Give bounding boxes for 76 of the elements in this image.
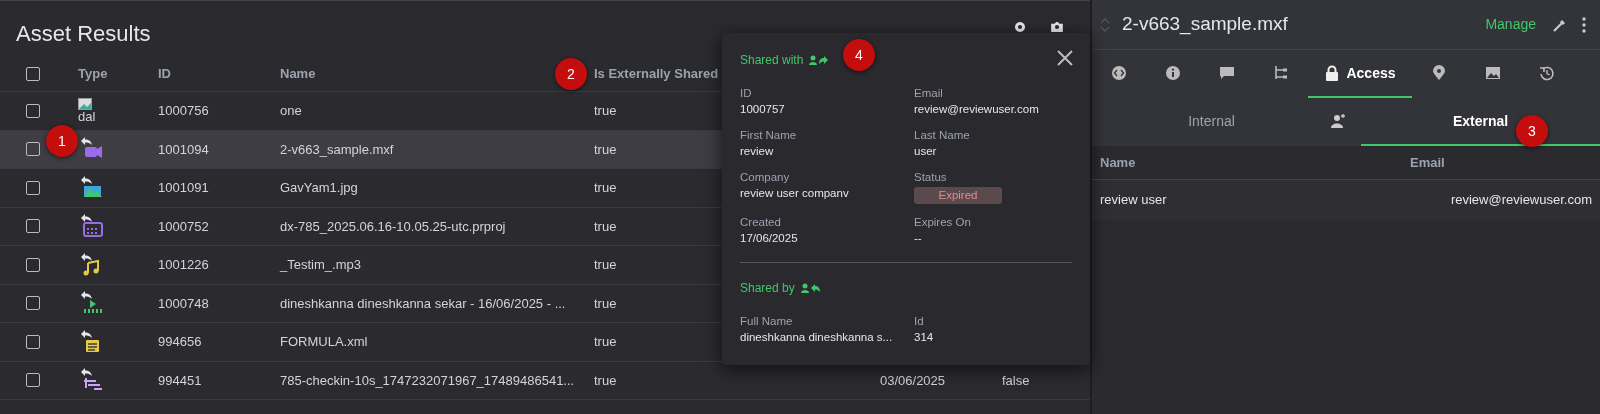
table-cell: 994451	[158, 372, 202, 388]
table-cell-text: review user	[1100, 191, 1167, 210]
table-cell: true	[594, 141, 617, 157]
table-cell: 1000752	[158, 218, 209, 234]
table-cell: 1001094	[158, 141, 209, 157]
checkbox[interactable]	[26, 257, 40, 272]
table-cell: true	[594, 180, 617, 195]
subtab[interactable]: Internal	[1092, 98, 1331, 146]
manage-link[interactable]: Manage	[1485, 14, 1536, 35]
person-share-icon	[800, 282, 821, 294]
column-header: Email	[1410, 153, 1445, 172]
table-cell: 994656	[158, 334, 202, 349]
field-value: review	[740, 144, 775, 159]
image-icon	[1485, 65, 1501, 81]
checkbox[interactable]	[26, 296, 40, 311]
history-icon	[1539, 65, 1555, 81]
field-label: Last Name	[914, 128, 971, 143]
person-reply-icon	[809, 54, 830, 66]
pin-icon	[1431, 65, 1447, 81]
status-badge: Expired	[914, 187, 1002, 204]
field-value: review user companv	[740, 186, 850, 201]
table-cell: dineshkanna dineshkanna sekar - 16/06/2025 - ...	[280, 295, 566, 311]
close-button[interactable]	[1056, 49, 1074, 67]
field-label: Expires On	[914, 215, 972, 230]
column-header: Name	[1100, 153, 1137, 172]
table-cell: true	[594, 295, 617, 311]
column-header: Name	[280, 66, 316, 82]
more-icon[interactable]	[1582, 16, 1586, 33]
panel-title: Asset Results	[16, 20, 151, 48]
field-value: 17/06/2025	[740, 231, 799, 246]
info-icon	[1165, 65, 1181, 81]
checkbox[interactable]	[26, 219, 40, 234]
table-cell: 2-v663_sample.mxf	[280, 141, 394, 157]
asset-title: 2-v663_sample.mxf	[1122, 12, 1289, 37]
section-title: Shared with	[740, 52, 804, 69]
checkbox[interactable]	[26, 103, 40, 118]
table-cell: true	[594, 372, 617, 388]
table-cell: 785-checkin-10s_1747232071967_17489486541...	[280, 372, 575, 388]
field-value: dineshkanna dineshkanna s...	[740, 330, 894, 345]
table-cell: _Testim_.mp3	[280, 257, 361, 272]
table-cell: one	[280, 103, 302, 118]
column-header: Is Externally Shared	[594, 66, 719, 82]
column-header: ID	[158, 66, 171, 82]
checkbox[interactable]	[26, 67, 40, 81]
field-label: First Name	[740, 128, 798, 143]
hierarchy-icon	[1273, 65, 1289, 81]
table-cell: true	[594, 103, 617, 118]
field-value: --	[914, 231, 923, 246]
code-icon	[1111, 65, 1127, 81]
checkbox[interactable]	[26, 373, 40, 388]
checkbox[interactable]	[26, 180, 40, 195]
field-label: Status	[914, 170, 948, 185]
table-cell: 1000756	[158, 103, 209, 118]
column-header: Type	[78, 66, 108, 82]
table-cell: 1001091	[158, 180, 209, 195]
field-value: review@reviewuser.com	[914, 102, 1040, 117]
field-value: 1000757	[740, 102, 786, 117]
table-cell: 03/06/2025	[880, 372, 946, 388]
comment-icon	[1219, 65, 1235, 81]
table-cell: dx-785_2025.06.16-10.05.25-utc.prproj	[280, 218, 506, 234]
field-label: Company	[740, 170, 791, 185]
field-value: user	[914, 144, 938, 159]
table-cell: false	[1002, 372, 1030, 388]
table-cell: 1000748	[158, 295, 209, 311]
table-cell: true	[594, 334, 617, 349]
table-cell: true	[594, 257, 617, 272]
lock-icon	[1324, 65, 1341, 81]
table-cell: GavYam1.jpg	[280, 180, 358, 195]
table-cell: 1001226	[158, 257, 209, 272]
table-cell-text: review@reviewuser.com	[1450, 191, 1592, 210]
field-value: 314	[914, 330, 935, 345]
table-cell: true	[594, 218, 617, 234]
checkbox[interactable]	[26, 142, 40, 157]
field-label: Created	[740, 215, 782, 230]
table-cell: FORMULA.xml	[280, 334, 368, 349]
checkbox[interactable]	[26, 334, 40, 349]
